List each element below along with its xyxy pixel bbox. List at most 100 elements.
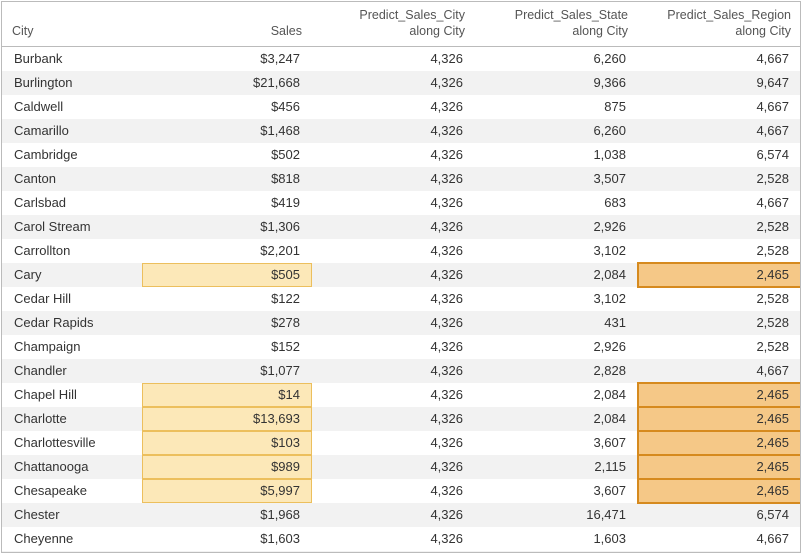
cell-sales[interactable]: $122	[142, 287, 312, 311]
table-row[interactable]: Cheyenne$1,6034,3261,6034,667	[2, 527, 801, 551]
cell-city[interactable]: Cheyenne	[2, 527, 142, 551]
cell-pstate[interactable]: 3,102	[475, 239, 638, 263]
cell-city[interactable]: Cedar Rapids	[2, 311, 142, 335]
cell-pcity[interactable]: 4,326	[312, 143, 475, 167]
cell-pstate[interactable]: 875	[475, 95, 638, 119]
cell-pstate[interactable]: 2,084	[475, 407, 638, 431]
cell-pcity[interactable]: 4,326	[312, 407, 475, 431]
cell-pstate[interactable]: 6,260	[475, 119, 638, 143]
cell-city[interactable]: Burbank	[2, 46, 142, 71]
cell-city[interactable]: Burlington	[2, 71, 142, 95]
cell-pstate[interactable]: 2,084	[475, 383, 638, 407]
cell-sales[interactable]: $278	[142, 311, 312, 335]
col-header-pregion[interactable]: Predict_Sales_Regionalong City	[638, 2, 801, 46]
table-row[interactable]: Chester$1,9684,32616,4716,574	[2, 503, 801, 527]
table-row[interactable]: Carrollton$2,2014,3263,1022,528	[2, 239, 801, 263]
cell-city[interactable]: Carol Stream	[2, 215, 142, 239]
cell-city[interactable]: Chandler	[2, 359, 142, 383]
col-header-pstate[interactable]: Predict_Sales_Statealong City	[475, 2, 638, 46]
table-row[interactable]: Charlottesville$1034,3263,6072,465	[2, 431, 801, 455]
cell-pstate[interactable]: 2,926	[475, 551, 638, 554]
cell-pstate[interactable]: 2,084	[475, 263, 638, 287]
table-row[interactable]: Canton$8184,3263,5072,528	[2, 167, 801, 191]
cell-city[interactable]: Carrollton	[2, 239, 142, 263]
table-row[interactable]: Charlotte$13,6934,3262,0842,465	[2, 407, 801, 431]
cell-pregion[interactable]: 2,528	[638, 311, 801, 335]
cell-pregion[interactable]: 2,465	[638, 383, 801, 407]
cell-pcity[interactable]: 4,326	[312, 335, 475, 359]
cell-sales[interactable]: $2,201	[142, 239, 312, 263]
table-row[interactable]: Chandler$1,0774,3262,8284,667	[2, 359, 801, 383]
cell-pregion[interactable]: 2,465	[638, 407, 801, 431]
cell-pregion[interactable]: 2,528	[638, 167, 801, 191]
cell-pstate[interactable]: 1,603	[475, 527, 638, 551]
cell-pcity[interactable]: 4,326	[312, 359, 475, 383]
cell-sales[interactable]: $989	[142, 455, 312, 479]
cell-city[interactable]: Chapel Hill	[2, 383, 142, 407]
cell-pregion[interactable]: 4,667	[638, 119, 801, 143]
table-row[interactable]: Cedar Hill$1224,3263,1022,528	[2, 287, 801, 311]
cell-pcity[interactable]: 4,326	[312, 551, 475, 554]
cell-sales[interactable]: $48,540	[142, 551, 312, 554]
cell-city[interactable]: Camarillo	[2, 119, 142, 143]
cell-sales[interactable]: $1,968	[142, 503, 312, 527]
cell-pcity[interactable]: 4,326	[312, 95, 475, 119]
cell-pcity[interactable]: 4,326	[312, 431, 475, 455]
cell-pregion[interactable]: 2,465	[638, 479, 801, 503]
cell-city[interactable]: Chicago	[2, 551, 142, 554]
cell-pstate[interactable]: 2,828	[475, 359, 638, 383]
cell-sales[interactable]: $818	[142, 167, 312, 191]
cell-pregion[interactable]: 2,528	[638, 287, 801, 311]
cell-pstate[interactable]: 431	[475, 311, 638, 335]
cell-sales[interactable]: $103	[142, 431, 312, 455]
col-header-sales[interactable]: Sales	[142, 2, 312, 46]
cell-pregion[interactable]: 2,528	[638, 215, 801, 239]
cell-pstate[interactable]: 2,115	[475, 455, 638, 479]
cell-pcity[interactable]: 4,326	[312, 287, 475, 311]
table-row[interactable]: Chesapeake$5,9974,3263,6072,465	[2, 479, 801, 503]
cell-pstate[interactable]: 1,038	[475, 143, 638, 167]
cell-sales[interactable]: $3,247	[142, 46, 312, 71]
cell-pregion[interactable]: 2,465	[638, 431, 801, 455]
cell-sales[interactable]: $152	[142, 335, 312, 359]
cell-city[interactable]: Cedar Hill	[2, 287, 142, 311]
cell-pstate[interactable]: 3,607	[475, 431, 638, 455]
cell-pcity[interactable]: 4,326	[312, 383, 475, 407]
cell-city[interactable]: Chester	[2, 503, 142, 527]
table-row[interactable]: Camarillo$1,4684,3266,2604,667	[2, 119, 801, 143]
cell-pregion[interactable]: 2,528	[638, 239, 801, 263]
cell-pregion[interactable]: 6,574	[638, 143, 801, 167]
cell-pregion[interactable]: 2,465	[638, 263, 801, 287]
cell-pcity[interactable]: 4,326	[312, 239, 475, 263]
table-row[interactable]: Cary$5054,3262,0842,465	[2, 263, 801, 287]
cell-city[interactable]: Canton	[2, 167, 142, 191]
cell-pstate[interactable]: 16,471	[475, 503, 638, 527]
cell-pcity[interactable]: 4,326	[312, 455, 475, 479]
cell-pcity[interactable]: 4,326	[312, 503, 475, 527]
cell-city[interactable]: Caldwell	[2, 95, 142, 119]
cell-pregion[interactable]: 2,528	[638, 551, 801, 554]
cell-pregion[interactable]: 4,667	[638, 46, 801, 71]
cell-sales[interactable]: $505	[142, 263, 312, 287]
cell-city[interactable]: Carlsbad	[2, 191, 142, 215]
cell-pregion[interactable]: 4,667	[638, 359, 801, 383]
col-header-city[interactable]: City	[2, 2, 142, 46]
cell-sales[interactable]: $502	[142, 143, 312, 167]
cell-pregion[interactable]: 2,465	[638, 455, 801, 479]
cell-pcity[interactable]: 4,326	[312, 263, 475, 287]
table-row[interactable]: Cambridge$5024,3261,0386,574	[2, 143, 801, 167]
cell-pcity[interactable]: 4,326	[312, 191, 475, 215]
cell-pcity[interactable]: 4,326	[312, 311, 475, 335]
cell-sales[interactable]: $13,693	[142, 407, 312, 431]
table-row[interactable]: Burbank$3,2474,3266,2604,667	[2, 46, 801, 71]
cell-city[interactable]: Cambridge	[2, 143, 142, 167]
cell-sales[interactable]: $1,468	[142, 119, 312, 143]
table-row[interactable]: Carlsbad$4194,3266834,667	[2, 191, 801, 215]
cell-pregion[interactable]: 4,667	[638, 95, 801, 119]
table-row[interactable]: Caldwell$4564,3268754,667	[2, 95, 801, 119]
cell-pstate[interactable]: 3,607	[475, 479, 638, 503]
cell-sales[interactable]: $5,997	[142, 479, 312, 503]
table-row[interactable]: Champaign$1524,3262,9262,528	[2, 335, 801, 359]
cell-sales[interactable]: $456	[142, 95, 312, 119]
cell-city[interactable]: Cary	[2, 263, 142, 287]
